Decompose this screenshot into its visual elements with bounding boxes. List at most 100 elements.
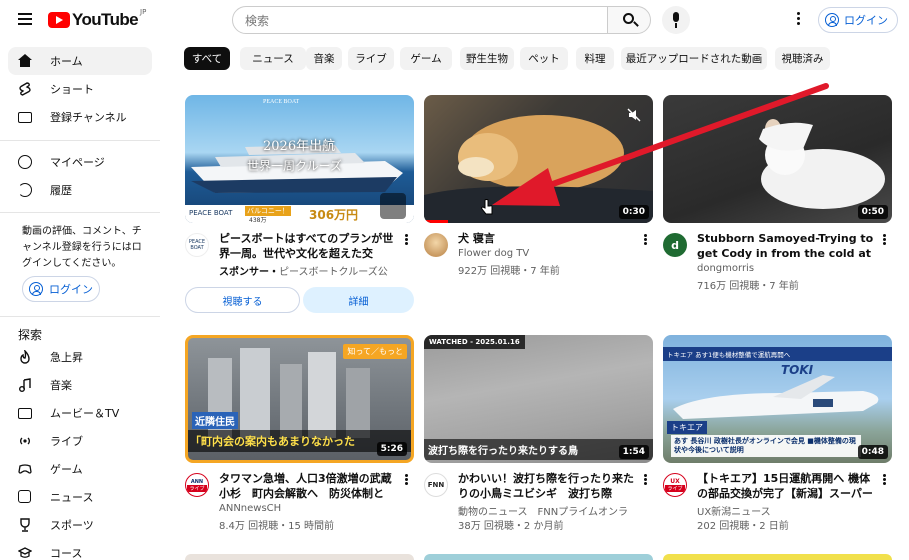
video-more-button[interactable]: [640, 473, 650, 491]
thumb-tag: 知って／もっと: [343, 344, 407, 359]
thumb-price: 306万円: [309, 208, 359, 222]
video-title[interactable]: かわいい！波打ち際を行ったり来たりの小鳥ミユビシギ 波打ち際: [458, 471, 636, 501]
sidebar-login-button[interactable]: ログイン: [22, 276, 100, 302]
video-thumbnail[interactable]: 知って／もっと 近隣住民 「町内会の案内もあまりなかった 5:26: [185, 335, 414, 463]
sidebar-item-music[interactable]: 音楽: [8, 371, 152, 399]
video-title[interactable]: ピースボートはすべてのプランが世界一周。世代や文化を超えた交: [219, 231, 397, 261]
sidebar-item-label: ニュース: [50, 491, 94, 504]
menu-icon[interactable]: [14, 10, 36, 30]
video-meta: 716万 回視聴・7 年前: [697, 281, 799, 292]
channel-avatar[interactable]: UX ライブ: [663, 473, 687, 497]
logo-text: YouTube: [72, 10, 139, 29]
channel-avatar[interactable]: d: [663, 233, 687, 257]
explore-heading: 探索: [18, 328, 43, 342]
video-meta: 38万 回視聴・2 か月前: [458, 521, 564, 532]
video-thumbnail[interactable]: WATCHED - 2025.01.16 波打ち際を行ったり来たりする鳥 1:5…: [424, 335, 653, 463]
video-more-button[interactable]: [401, 233, 411, 251]
video-title[interactable]: タワマン急増、人口3倍激増の武蔵小杉 町内会解散へ 防災体制と: [219, 471, 397, 501]
thumb-subheadline: 世界一周クルーズ: [247, 159, 343, 173]
sidebar-item-sports[interactable]: スポーツ: [8, 511, 152, 539]
video-card: WATCHED - 2025.01.16 波打ち際を行ったり来たりする鳥 1:5…: [424, 335, 653, 535]
watched-label: WATCHED - 2025.01.16: [424, 335, 525, 349]
video-channel[interactable]: 動物のニュース FNNプライムオンラ: [458, 503, 636, 518]
video-thumbnail[interactable]: トキエア あす1便も機材整備で運航再開へ TOKI トキエア あす 長谷川 政樹…: [663, 335, 892, 463]
video-thumbnail[interactable]: 0:30: [424, 95, 653, 223]
chip-pets[interactable]: ペット: [520, 47, 568, 70]
sidebar-item-news[interactable]: ニュース: [8, 483, 152, 511]
sidebar-divider: [0, 212, 160, 213]
video-thumbnail-partial[interactable]: [185, 554, 414, 560]
thumb-caption-label: 近隣住民: [192, 412, 238, 429]
sidebar-item-history[interactable]: 履歴: [8, 176, 152, 204]
channel-avatar[interactable]: FNN: [424, 473, 448, 497]
video-title[interactable]: Stubborn Samoyed-Trying to get Cody in f…: [697, 231, 875, 261]
sidebar-item-subscriptions[interactable]: 登録チャンネル: [8, 103, 152, 131]
settings-more-button[interactable]: [790, 10, 806, 30]
chip-all[interactable]: すべて: [184, 47, 230, 70]
video-thumbnail[interactable]: 0:50: [663, 95, 892, 223]
open-external-icon[interactable]: [380, 193, 406, 219]
sidebar-item-home[interactable]: ホーム: [8, 47, 152, 75]
video-card: トキエア あす1便も機材整備で運航再開へ TOKI トキエア あす 長谷川 政樹…: [663, 335, 892, 535]
video-thumbnail[interactable]: PEACE BOAT 2026年出航 世界一周クルーズ PEACE BOAT バ…: [185, 95, 414, 223]
channel-avatar[interactable]: PEACE BOAT: [185, 233, 209, 257]
thumb-brand-small: PEACE BOAT: [189, 209, 233, 217]
trending-icon: [18, 348, 32, 364]
sidebar-item-course[interactable]: コース: [8, 539, 152, 560]
video-more-button[interactable]: [879, 473, 889, 491]
video-thumbnail-partial[interactable]: [663, 554, 892, 560]
chip-cooking[interactable]: 料理: [576, 47, 614, 70]
video-more-button[interactable]: [401, 473, 411, 491]
video-title[interactable]: 犬 寝言: [458, 231, 636, 246]
sidebar-item-trending[interactable]: 急上昇: [8, 343, 152, 371]
sidebar-item-mypage[interactable]: マイページ: [8, 148, 152, 176]
video-card: 知って／もっと 近隣住民 「町内会の案内もあまりなかった 5:26 ANN ライ…: [185, 335, 414, 535]
video-more-button[interactable]: [640, 233, 650, 251]
sleeping-dog-image: [424, 115, 653, 223]
header-login-button[interactable]: ログイン: [818, 7, 898, 33]
channel-avatar[interactable]: [424, 233, 448, 257]
sidebar-item-label: ムービー＆TV: [50, 407, 120, 420]
thumb-brand: TOKI: [781, 363, 814, 377]
signin-note: 動画の評価、コメント、チャンネル登録を行うにはログインしてください。: [22, 226, 142, 269]
sidebar-item-label: コース: [50, 547, 83, 560]
video-channel[interactable]: dongmorris: [697, 263, 875, 274]
sidebar-item-label: ライブ: [50, 435, 83, 448]
sidebar-item-label: 登録チャンネル: [50, 111, 127, 124]
video-channel[interactable]: ピースボートクルーズ公: [279, 267, 388, 278]
chip-live[interactable]: ライブ: [348, 47, 394, 70]
video-more-button[interactable]: [879, 233, 889, 251]
sidebar-item-label: スポーツ: [50, 519, 94, 532]
chip-wildlife[interactable]: 野生生物: [460, 47, 514, 70]
sidebar-item-live[interactable]: ライブ: [8, 427, 152, 455]
video-meta: 202 回視聴・2 日前: [697, 521, 789, 532]
sidebar-item-gaming[interactable]: ゲーム: [8, 455, 152, 483]
chip-news[interactable]: ニュース: [240, 47, 306, 70]
chip-recently-uploaded[interactable]: 最近アップロードされた動画: [621, 47, 767, 70]
video-title[interactable]: 【トキエア】15日運航再開へ 機体の部品交換が完了【新潟】スーパー: [697, 471, 875, 501]
mute-icon[interactable]: [627, 107, 641, 122]
video-meta: 8.4万 回視聴・15 時間前: [219, 521, 334, 532]
sidebar-item-label: ホーム: [50, 55, 83, 68]
logo-region: JP: [140, 8, 147, 16]
search-input[interactable]: 検索: [232, 6, 608, 34]
video-channel[interactable]: ANNnewsCH: [219, 503, 397, 514]
thumb-brand: PEACE BOAT: [263, 99, 300, 105]
mic-icon: [673, 12, 679, 22]
watch-button[interactable]: 視聴する: [185, 287, 300, 313]
sidebar-item-shorts[interactable]: ショート: [8, 75, 152, 103]
chip-music[interactable]: 音楽: [306, 47, 342, 70]
search-button[interactable]: [607, 6, 651, 34]
thumb-caption: あす 長谷川 政樹社長がオンラインで会見 ■機体整備の現状や今後について説明: [671, 435, 861, 457]
youtube-logo[interactable]: YouTube JP: [48, 8, 147, 30]
details-button[interactable]: 詳細: [303, 287, 414, 313]
chip-gaming[interactable]: ゲーム: [400, 47, 452, 70]
channel-avatar[interactable]: ANN ライブ: [185, 473, 209, 497]
video-thumbnail-partial[interactable]: [424, 554, 653, 560]
video-channel[interactable]: Flower dog TV: [458, 248, 636, 259]
video-channel[interactable]: UX新潟ニュース: [697, 503, 875, 518]
subscriptions-icon: [18, 110, 32, 124]
sidebar-item-movies[interactable]: ムービー＆TV: [8, 399, 152, 427]
voice-search-button[interactable]: [662, 6, 690, 34]
chip-watched[interactable]: 視聴済み: [775, 47, 830, 70]
